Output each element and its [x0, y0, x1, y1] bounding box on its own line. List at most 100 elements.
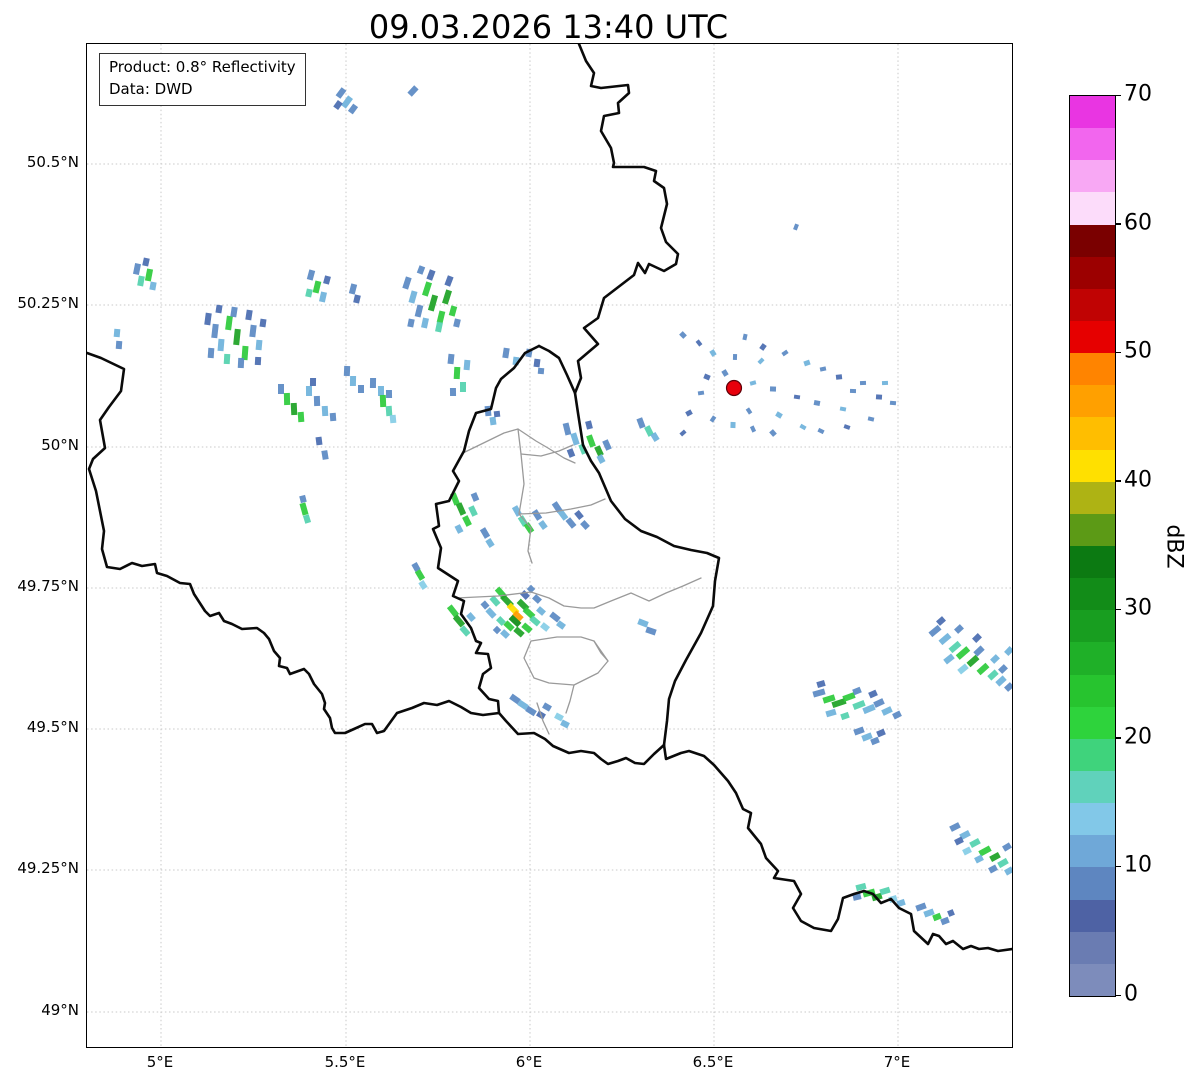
colorbar-segment	[1070, 771, 1115, 804]
canton-border	[456, 578, 701, 608]
radar-echo-cell	[969, 838, 981, 848]
product-info-line: Product: 0.8° Reflectivity	[109, 57, 296, 79]
colorbar-tick-mark	[1115, 95, 1121, 97]
colorbar-tick-mark	[1115, 866, 1121, 868]
radar-echo-cell	[421, 317, 429, 328]
reflectivity-colorbar	[1069, 95, 1116, 997]
radar-echo-cell	[245, 310, 252, 321]
radar-echo-cell	[464, 360, 471, 370]
radar-echo-cell	[390, 415, 397, 424]
colorbar-segment	[1070, 963, 1115, 996]
country-border	[575, 44, 719, 745]
radar-echo-cell	[256, 340, 263, 351]
radar-echo-cell	[679, 430, 686, 437]
radar-echo-cell	[978, 846, 991, 857]
radar-echo-cell	[238, 358, 244, 368]
colorbar-segment	[1070, 224, 1115, 257]
radar-echo-cell	[977, 663, 990, 675]
radar-echo-cell	[585, 420, 593, 429]
colorbar-unit-label: dBZ	[1162, 524, 1187, 568]
radar-echo-cell	[502, 348, 509, 359]
map-plot-area: Product: 0.8° Reflectivity Data: DWD	[86, 43, 1013, 1048]
radar-echo-cell	[402, 276, 411, 289]
radar-echo-cell	[215, 305, 222, 314]
colorbar-segment	[1070, 353, 1115, 386]
radar-echo-cell	[291, 403, 298, 415]
colorbar-tick-label: 10	[1124, 853, 1152, 878]
radar-echo-cell	[842, 692, 855, 702]
radar-echo-cell	[310, 378, 316, 386]
radar-echo-cell	[378, 386, 384, 396]
radar-echo-cell	[954, 624, 964, 634]
colorbar-tick-mark	[1115, 480, 1121, 482]
radar-echo-cell	[208, 348, 215, 358]
colorbar-segment	[1070, 385, 1115, 418]
lat-tick-label: 50.25°N	[1, 294, 79, 312]
radar-echo-cell	[540, 622, 550, 632]
radar-echo-cell	[746, 407, 753, 414]
radar-echo-cell	[1004, 866, 1012, 875]
radar-echo-cell	[844, 424, 851, 430]
radar-echo-cell	[1004, 682, 1012, 692]
radar-echo-cell	[442, 289, 452, 304]
colorbar-segment	[1070, 578, 1115, 611]
radar-echo-cell	[316, 437, 323, 446]
radar-echo-cell	[679, 331, 687, 339]
radar-echo-cell	[868, 690, 878, 699]
radar-echo-cell	[538, 520, 548, 530]
radar-echo-cell	[321, 450, 328, 460]
radar-echo-cell	[987, 669, 998, 680]
radar-echo-cell	[116, 341, 123, 349]
product-info-box: Product: 0.8° Reflectivity Data: DWD	[99, 53, 306, 106]
radar-echo-cell	[936, 616, 946, 626]
radar-echo-cell	[114, 329, 121, 338]
radar-echo-cell	[211, 324, 219, 339]
radar-echo-cell	[769, 429, 777, 437]
colorbar-segment	[1070, 192, 1115, 225]
radar-echo-cell	[860, 381, 866, 385]
radar-echo-cell	[868, 416, 875, 421]
colorbar-segment	[1070, 160, 1115, 193]
radar-echo-cell	[988, 864, 998, 873]
radar-echo-cell	[879, 887, 890, 896]
radar-echo-cell	[322, 406, 329, 416]
radar-echo-cell	[566, 517, 577, 529]
radar-echo-cell	[333, 100, 343, 110]
radar-echo-cell	[298, 412, 305, 422]
colorbar-segment	[1070, 288, 1115, 321]
radar-echo-cell	[803, 360, 810, 367]
radar-echo-cell	[422, 281, 432, 296]
radar-echo-cell	[233, 329, 241, 346]
radar-echo-cell	[435, 321, 443, 332]
radar-echo-cell	[733, 354, 737, 360]
radar-echo-cell	[454, 367, 461, 379]
radar-echo-cell	[1004, 646, 1012, 656]
radar-echo-cell	[142, 257, 150, 266]
radar-echo-cell	[997, 858, 1009, 868]
colorbar-tick-mark	[1115, 995, 1121, 997]
data-source-line: Data: DWD	[109, 79, 296, 101]
colorbar-tick-label: 50	[1124, 339, 1152, 364]
radar-echo-cell	[637, 618, 648, 627]
radar-echo-cell	[636, 417, 645, 428]
radar-echo-cell	[417, 265, 425, 275]
colorbar-tick-mark	[1115, 352, 1121, 354]
radar-echo-cell	[303, 514, 311, 523]
radar-echo-cell	[137, 276, 145, 287]
radar-echo-cell	[703, 374, 710, 381]
lon-tick-label: 5.5°E	[325, 1053, 366, 1071]
radar-echo-cell	[520, 590, 530, 600]
radar-echo-cell	[348, 104, 358, 115]
radar-echo-cell	[456, 502, 466, 515]
country-border	[539, 346, 575, 393]
radar-echo-cell	[890, 401, 896, 406]
radar-echo-cell	[536, 606, 546, 616]
radar-echo-cell	[242, 346, 249, 360]
radar-echo-cell	[230, 307, 237, 318]
radar-echo-cell	[407, 85, 418, 96]
radar-echo-cell	[462, 515, 472, 527]
colorbar-segment	[1070, 899, 1115, 932]
radar-echo-cell	[775, 411, 783, 418]
radar-echo-cell	[480, 527, 490, 539]
radar-echo-cell	[500, 629, 510, 639]
